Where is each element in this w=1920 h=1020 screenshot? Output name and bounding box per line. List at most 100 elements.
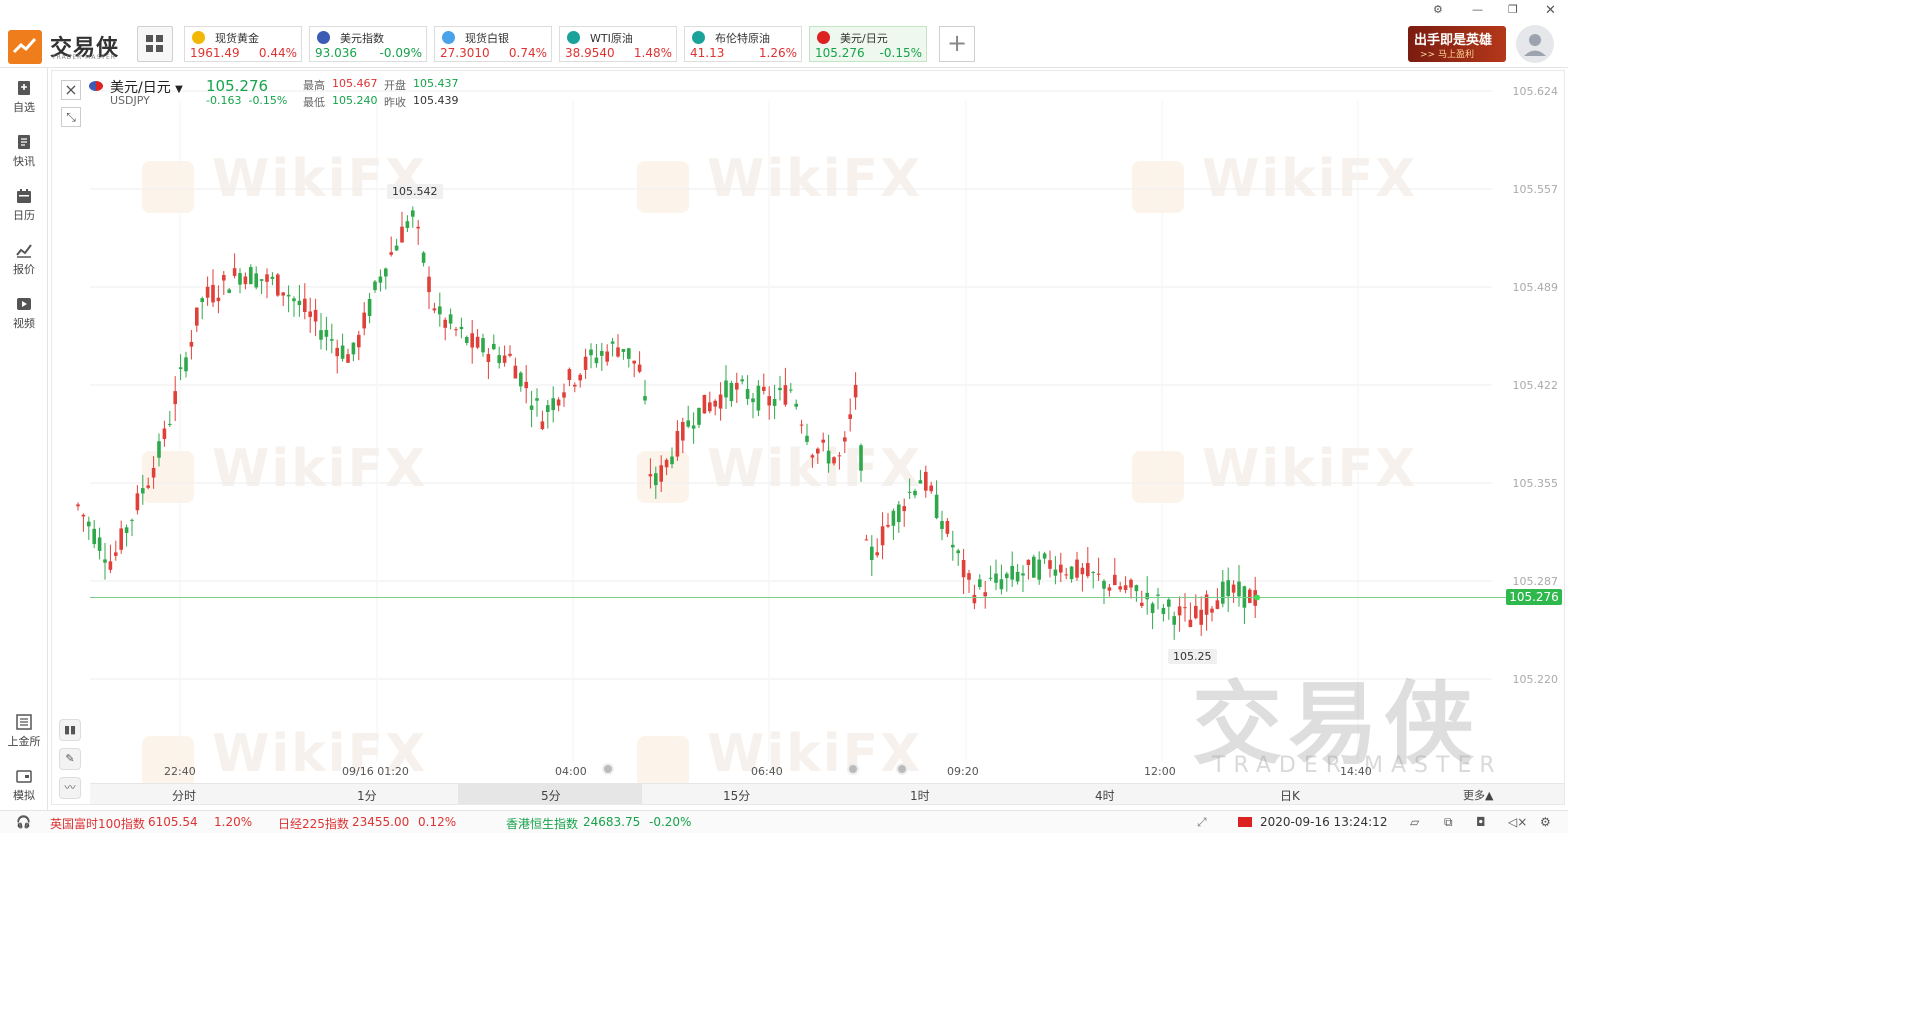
candle-body — [880, 526, 885, 546]
draw-pen-button[interactable]: ✎ — [59, 748, 81, 770]
shrink-chart-button[interactable]: ⤡ — [61, 107, 81, 127]
ticker-card[interactable]: 现货白银 27.3010 0.74% — [434, 26, 552, 62]
period-selector: 分时 1分 5分 15分 1时 4时 日K 更多▲ — [90, 783, 1564, 804]
sidebar-item-exchange[interactable]: 上金所 — [0, 714, 48, 749]
period-tab[interactable]: 分时 — [172, 787, 196, 804]
chart-style-icon[interactable]: ▱ — [1410, 815, 1419, 829]
settings-gear-icon[interactable]: ⚙ — [1540, 815, 1551, 829]
copy-icon[interactable]: ⧉ — [1444, 815, 1453, 830]
scroll-marker-icon[interactable] — [602, 763, 614, 775]
bottom-ticker-name[interactable]: 英国富时100指数 — [50, 815, 145, 832]
ticker-price: 93.036 — [315, 46, 357, 60]
max-price-label: 105.542 — [387, 184, 443, 199]
candle-body — [1005, 573, 1009, 579]
period-tab[interactable]: 1时 — [910, 787, 930, 804]
bottom-ticker-pct: 1.20% — [214, 815, 253, 829]
bottom-ticker-bar: 🎧 英国富时100指数 6105.54 1.20% 日经225指数 23455.… — [0, 810, 1568, 833]
bottom-ticker-name[interactable]: 日经225指数 — [278, 815, 349, 832]
candle-body — [1183, 607, 1187, 609]
pointer-tool-icon[interactable]: ⤢ — [1197, 815, 1207, 830]
more-periods-dropdown[interactable]: 更多▲ — [1463, 787, 1493, 803]
line-tool-button[interactable]: 〰 — [59, 777, 81, 799]
news-icon — [18, 135, 30, 149]
scroll-marker-icon[interactable] — [847, 763, 859, 775]
candle-body — [297, 300, 302, 306]
candle-body — [243, 276, 248, 285]
ticker-change: 0.74% — [508, 46, 547, 60]
low-value: 105.240 — [332, 94, 378, 107]
candle-body — [691, 425, 696, 429]
ticker-change: -0.09% — [379, 46, 422, 60]
minimize-icon[interactable]: — — [1472, 3, 1483, 16]
candle-body — [826, 450, 831, 464]
close-chart-button[interactable]: × — [61, 80, 81, 100]
add-ticker-button[interactable]: + — [939, 26, 975, 62]
headset-icon[interactable]: 🎧 — [16, 815, 31, 829]
candle-body — [1086, 563, 1090, 577]
sidebar-item-watchlist[interactable]: 自选 — [0, 80, 48, 115]
ticker-change: -0.15% — [879, 46, 922, 60]
candle-body — [686, 420, 690, 427]
ticker-card[interactable]: 现货黄金 1961.49 0.44% — [184, 26, 302, 62]
candle-body — [924, 471, 928, 491]
candle-body — [778, 387, 782, 391]
candle-body — [546, 405, 550, 412]
ticker-price: 38.9540 — [565, 46, 615, 60]
period-tab[interactable]: 日K — [1280, 787, 1300, 804]
candle-body — [999, 579, 1004, 590]
period-tab[interactable]: 4时 — [1095, 787, 1115, 804]
period-tab[interactable]: 15分 — [723, 787, 750, 804]
ticker-card[interactable]: 美元/日元 105.276 -0.15% — [809, 26, 927, 62]
ticker-card[interactable]: 布伦特原油 41.13 1.26% — [684, 26, 802, 62]
chart-panel[interactable]: WikiFX WikiFX WikiFX WikiFX WikiFX WikiF… — [51, 70, 1565, 805]
candle-body — [389, 252, 393, 255]
sidebar-item-calendar[interactable]: 日历 — [0, 188, 48, 223]
candle-body — [573, 384, 577, 387]
simulate-icon — [16, 770, 32, 783]
candle-body — [616, 347, 620, 357]
ticker-card[interactable]: 美元指数 93.036 -0.09% — [309, 26, 427, 62]
camera-icon[interactable]: ◘ — [1476, 815, 1486, 829]
candle-body — [789, 389, 793, 391]
period-tab[interactable]: 5分 — [541, 787, 561, 804]
candle-body — [627, 348, 631, 359]
settings-icon[interactable]: ⚙ — [1433, 3, 1443, 16]
restore-icon[interactable]: ❐ — [1508, 3, 1518, 16]
candle-body — [929, 485, 933, 492]
user-avatar[interactable] — [1516, 25, 1554, 63]
symbol-price: 105.276 — [206, 77, 269, 95]
grid-layout-button[interactable] — [137, 26, 173, 62]
ticker-name: 布伦特原油 — [715, 32, 770, 45]
candle-body — [519, 372, 523, 387]
candle-body — [972, 594, 977, 604]
mute-icon[interactable]: ◁× — [1508, 815, 1527, 829]
sidebar-item-quotes[interactable]: 报价 — [0, 242, 48, 277]
candle-body — [907, 491, 912, 493]
candle-body — [184, 357, 188, 372]
sidebar-item-simulate[interactable]: 模拟 — [0, 768, 48, 803]
promo-banner-title: 出手即是英雄 — [1414, 33, 1493, 48]
candle-body — [621, 348, 626, 352]
candle-body — [130, 519, 134, 521]
y-axis-tick: 105.220 — [1512, 673, 1559, 686]
y-axis-tick: 105.557 — [1512, 183, 1559, 196]
candle-body — [664, 459, 669, 468]
sidebar-item-news[interactable]: 快讯 — [0, 134, 48, 169]
candle-body — [497, 355, 501, 364]
bottom-ticker-pct: 0.12% — [418, 815, 457, 829]
bottom-ticker-value: 6105.54 — [148, 815, 198, 829]
candle-body — [524, 381, 528, 389]
candle-body — [92, 528, 96, 545]
candle-body — [238, 273, 242, 285]
promo-banner[interactable]: 出手即是英雄 >> 马上盈利 — [1408, 26, 1506, 62]
sidebar-item-video[interactable]: 视频 — [0, 296, 48, 331]
scroll-marker-icon[interactable] — [896, 763, 908, 775]
candle-body — [351, 342, 356, 355]
ticker-card[interactable]: WTI原油 38.9540 1.48% — [559, 26, 677, 62]
bottom-ticker-name[interactable]: 香港恒生指数 — [506, 815, 578, 832]
sidebar-item-label: 报价 — [13, 263, 35, 276]
close-window-icon[interactable]: ✕ — [1545, 3, 1556, 18]
period-tab[interactable]: 1分 — [357, 787, 377, 804]
candle-body — [427, 276, 431, 293]
indicator-tool-button[interactable]: ▮▮ — [59, 719, 81, 741]
